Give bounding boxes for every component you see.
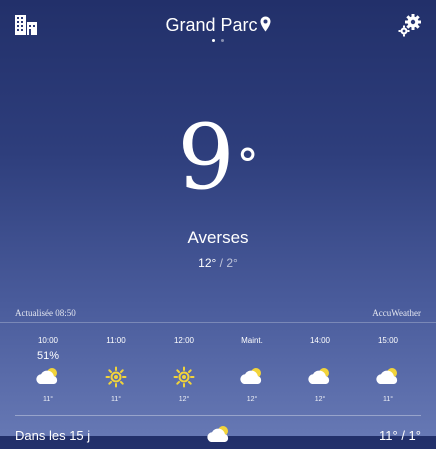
precipitation-probability	[218, 350, 286, 366]
weather-condition: Averses	[187, 228, 249, 247]
cloud-sun-icon	[206, 424, 232, 449]
location-pin-icon	[260, 16, 271, 37]
divider	[15, 415, 421, 416]
hour-temperature: 12°	[314, 396, 326, 403]
hourly-item[interactable]: Maint. 12°	[218, 336, 286, 403]
cloud-sun-icon	[218, 366, 286, 390]
hour-temperature: 11°	[382, 396, 394, 403]
hour-time: 12:00	[173, 336, 195, 345]
hourly-item[interactable]: 11:00 11°	[82, 336, 150, 403]
current-temperature: 9°	[0, 108, 436, 208]
hour-temperature: 12°	[178, 396, 190, 403]
hourly-item[interactable]: 15:00 11°	[354, 336, 422, 403]
page-indicator	[0, 39, 436, 42]
cloud-sun-icon	[14, 366, 82, 390]
cloud-sun-icon	[354, 366, 422, 390]
sun-icon	[150, 366, 218, 390]
location-title[interactable]: Grand Parc	[0, 15, 436, 37]
hour-time: Maint.	[241, 336, 263, 345]
location-name: Grand Parc	[165, 15, 258, 35]
precipitation-probability: 51%	[36, 350, 60, 362]
hourly-item[interactable]: 10:00 51% 11°	[14, 336, 82, 403]
degree-symbol: °	[236, 140, 259, 191]
last-updated-label: Actualisée 08:50	[15, 308, 76, 318]
sun-icon	[82, 366, 150, 390]
divider	[0, 322, 436, 323]
cloud-sun-icon	[286, 366, 354, 390]
precipitation-probability	[286, 350, 354, 366]
precipitation-probability	[354, 350, 422, 366]
hour-temperature: 11°	[42, 396, 54, 403]
high-low-temperature: 12° / 2°	[0, 256, 436, 270]
temperature-value: 9	[177, 105, 235, 210]
precipitation-probability	[82, 350, 150, 366]
low-temp: 2°	[226, 256, 238, 270]
hour-time: 10:00	[37, 336, 59, 345]
hour-time: 15:00	[377, 336, 399, 345]
precipitation-probability	[150, 350, 218, 366]
hourly-item[interactable]: 14:00 12°	[286, 336, 354, 403]
provider-link[interactable]: AccuWeather	[372, 308, 421, 318]
hilo-separator: /	[216, 256, 227, 270]
settings-gears-icon[interactable]	[397, 12, 423, 38]
hour-time: 11:00	[106, 336, 126, 345]
hour-time: 14:00	[309, 336, 331, 345]
hour-temperature: 11°	[110, 396, 122, 403]
hour-temperature: 12°	[246, 396, 258, 403]
high-temp: 12°	[198, 256, 217, 270]
hourly-item[interactable]: 12:00 12°	[150, 336, 218, 403]
page-dot-active	[212, 39, 215, 42]
page-dot	[221, 39, 224, 42]
